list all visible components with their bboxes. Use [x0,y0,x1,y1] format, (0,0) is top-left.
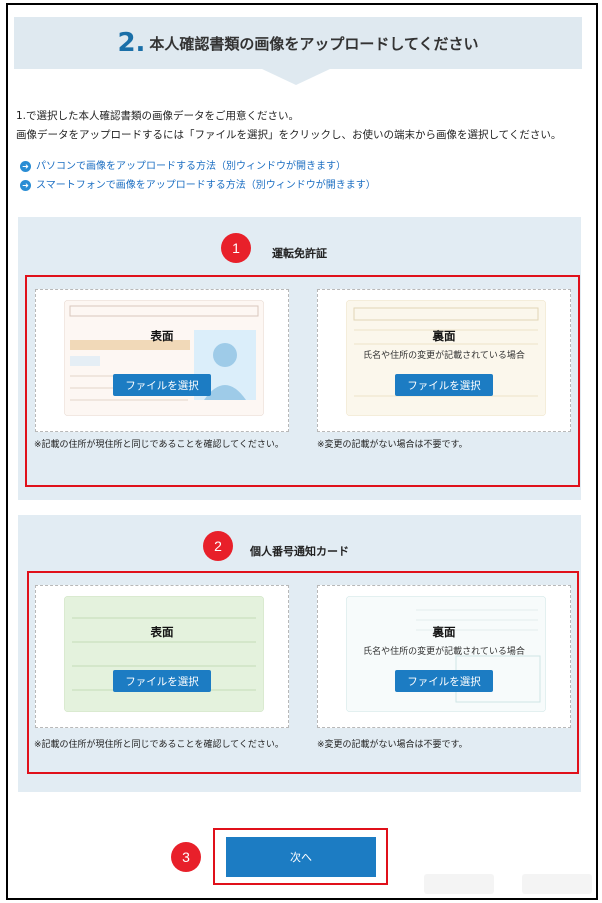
help-links: ➜ パソコンで画像をアップロードする方法（別ウィンドウが開きます） ➜ スマート… [20,157,376,195]
highlight-box: 次へ [213,828,388,885]
note-text: ※記載の住所が現住所と同じであることを確認してください。 [34,740,284,750]
upload-box-license-back[interactable]: 裏面 氏名や住所の変更が記載されている場合 ファイルを選択 [317,289,571,432]
faded-control [424,874,494,894]
card-side-label: 表面 [150,329,174,343]
card-side-label: 表面 [150,625,174,639]
step-badge: 1 [221,233,251,263]
step-badge: 2 [203,531,233,561]
step-number: 2. [117,28,146,58]
intro-text: 1.で選択した本人確認書類の画像データをご用意ください。 画像データをアップロー… [16,107,561,145]
step-badge: 3 [171,842,201,872]
note-text: ※変更の記載がない場合は不要です。 [317,440,468,450]
section-title: 個人番号通知カード [250,545,349,558]
file-select-button[interactable]: ファイルを選択 [395,670,493,692]
file-select-button[interactable]: ファイルを選択 [113,670,211,692]
smartphone-upload-help-link[interactable]: ➜ スマートフォンで画像をアップロードする方法（別ウィンドウが開きます） [20,176,376,195]
upload-box-license-front[interactable]: 表面 ファイルを選択 [35,289,289,432]
notice-card-front-image [64,596,264,712]
intro-line: 1.で選択した本人確認書類の画像データをご用意ください。 [16,110,300,122]
pc-upload-help-link[interactable]: ➜ パソコンで画像をアップロードする方法（別ウィンドウが開きます） [20,157,376,176]
note-text: ※変更の記載がない場合は不要です。 [317,740,468,750]
step-arrow [262,69,330,85]
step-header: 2. 本人確認書類の画像をアップロードしてください [14,17,582,69]
page-title: 本人確認書類の画像をアップロードしてください [149,34,479,53]
license-front-image [64,300,264,416]
card-side-label: 裏面 [432,625,456,639]
section-title: 運転免許証 [272,247,327,260]
intro-line: 画像データをアップロードするには「ファイルを選択」をクリックし、お使いの端末から… [16,129,562,141]
next-button[interactable]: 次へ [226,837,376,877]
arrow-right-circle-icon: ➜ [20,180,31,191]
card-side-sub: 氏名や住所の変更が記載されている場合 [363,647,525,657]
file-select-button[interactable]: ファイルを選択 [113,374,211,396]
card-side-sub: 氏名や住所の変更が記載されている場合 [363,351,525,361]
card-side-label: 裏面 [432,329,456,343]
upload-box-notice-card-back[interactable]: 裏面 氏名や住所の変更が記載されている場合 ファイルを選択 [317,585,571,728]
note-text: ※記載の住所が現住所と同じであることを確認してください。 [34,440,284,450]
link-label[interactable]: スマートフォンで画像をアップロードする方法（別ウィンドウが開きます） [36,176,376,195]
faded-control [522,874,592,894]
file-select-button[interactable]: ファイルを選択 [395,374,493,396]
link-label[interactable]: パソコンで画像をアップロードする方法（別ウィンドウが開きます） [36,157,346,176]
upload-box-notice-card-front[interactable]: 表面 ファイルを選択 [35,585,289,728]
arrow-right-circle-icon: ➜ [20,161,31,172]
